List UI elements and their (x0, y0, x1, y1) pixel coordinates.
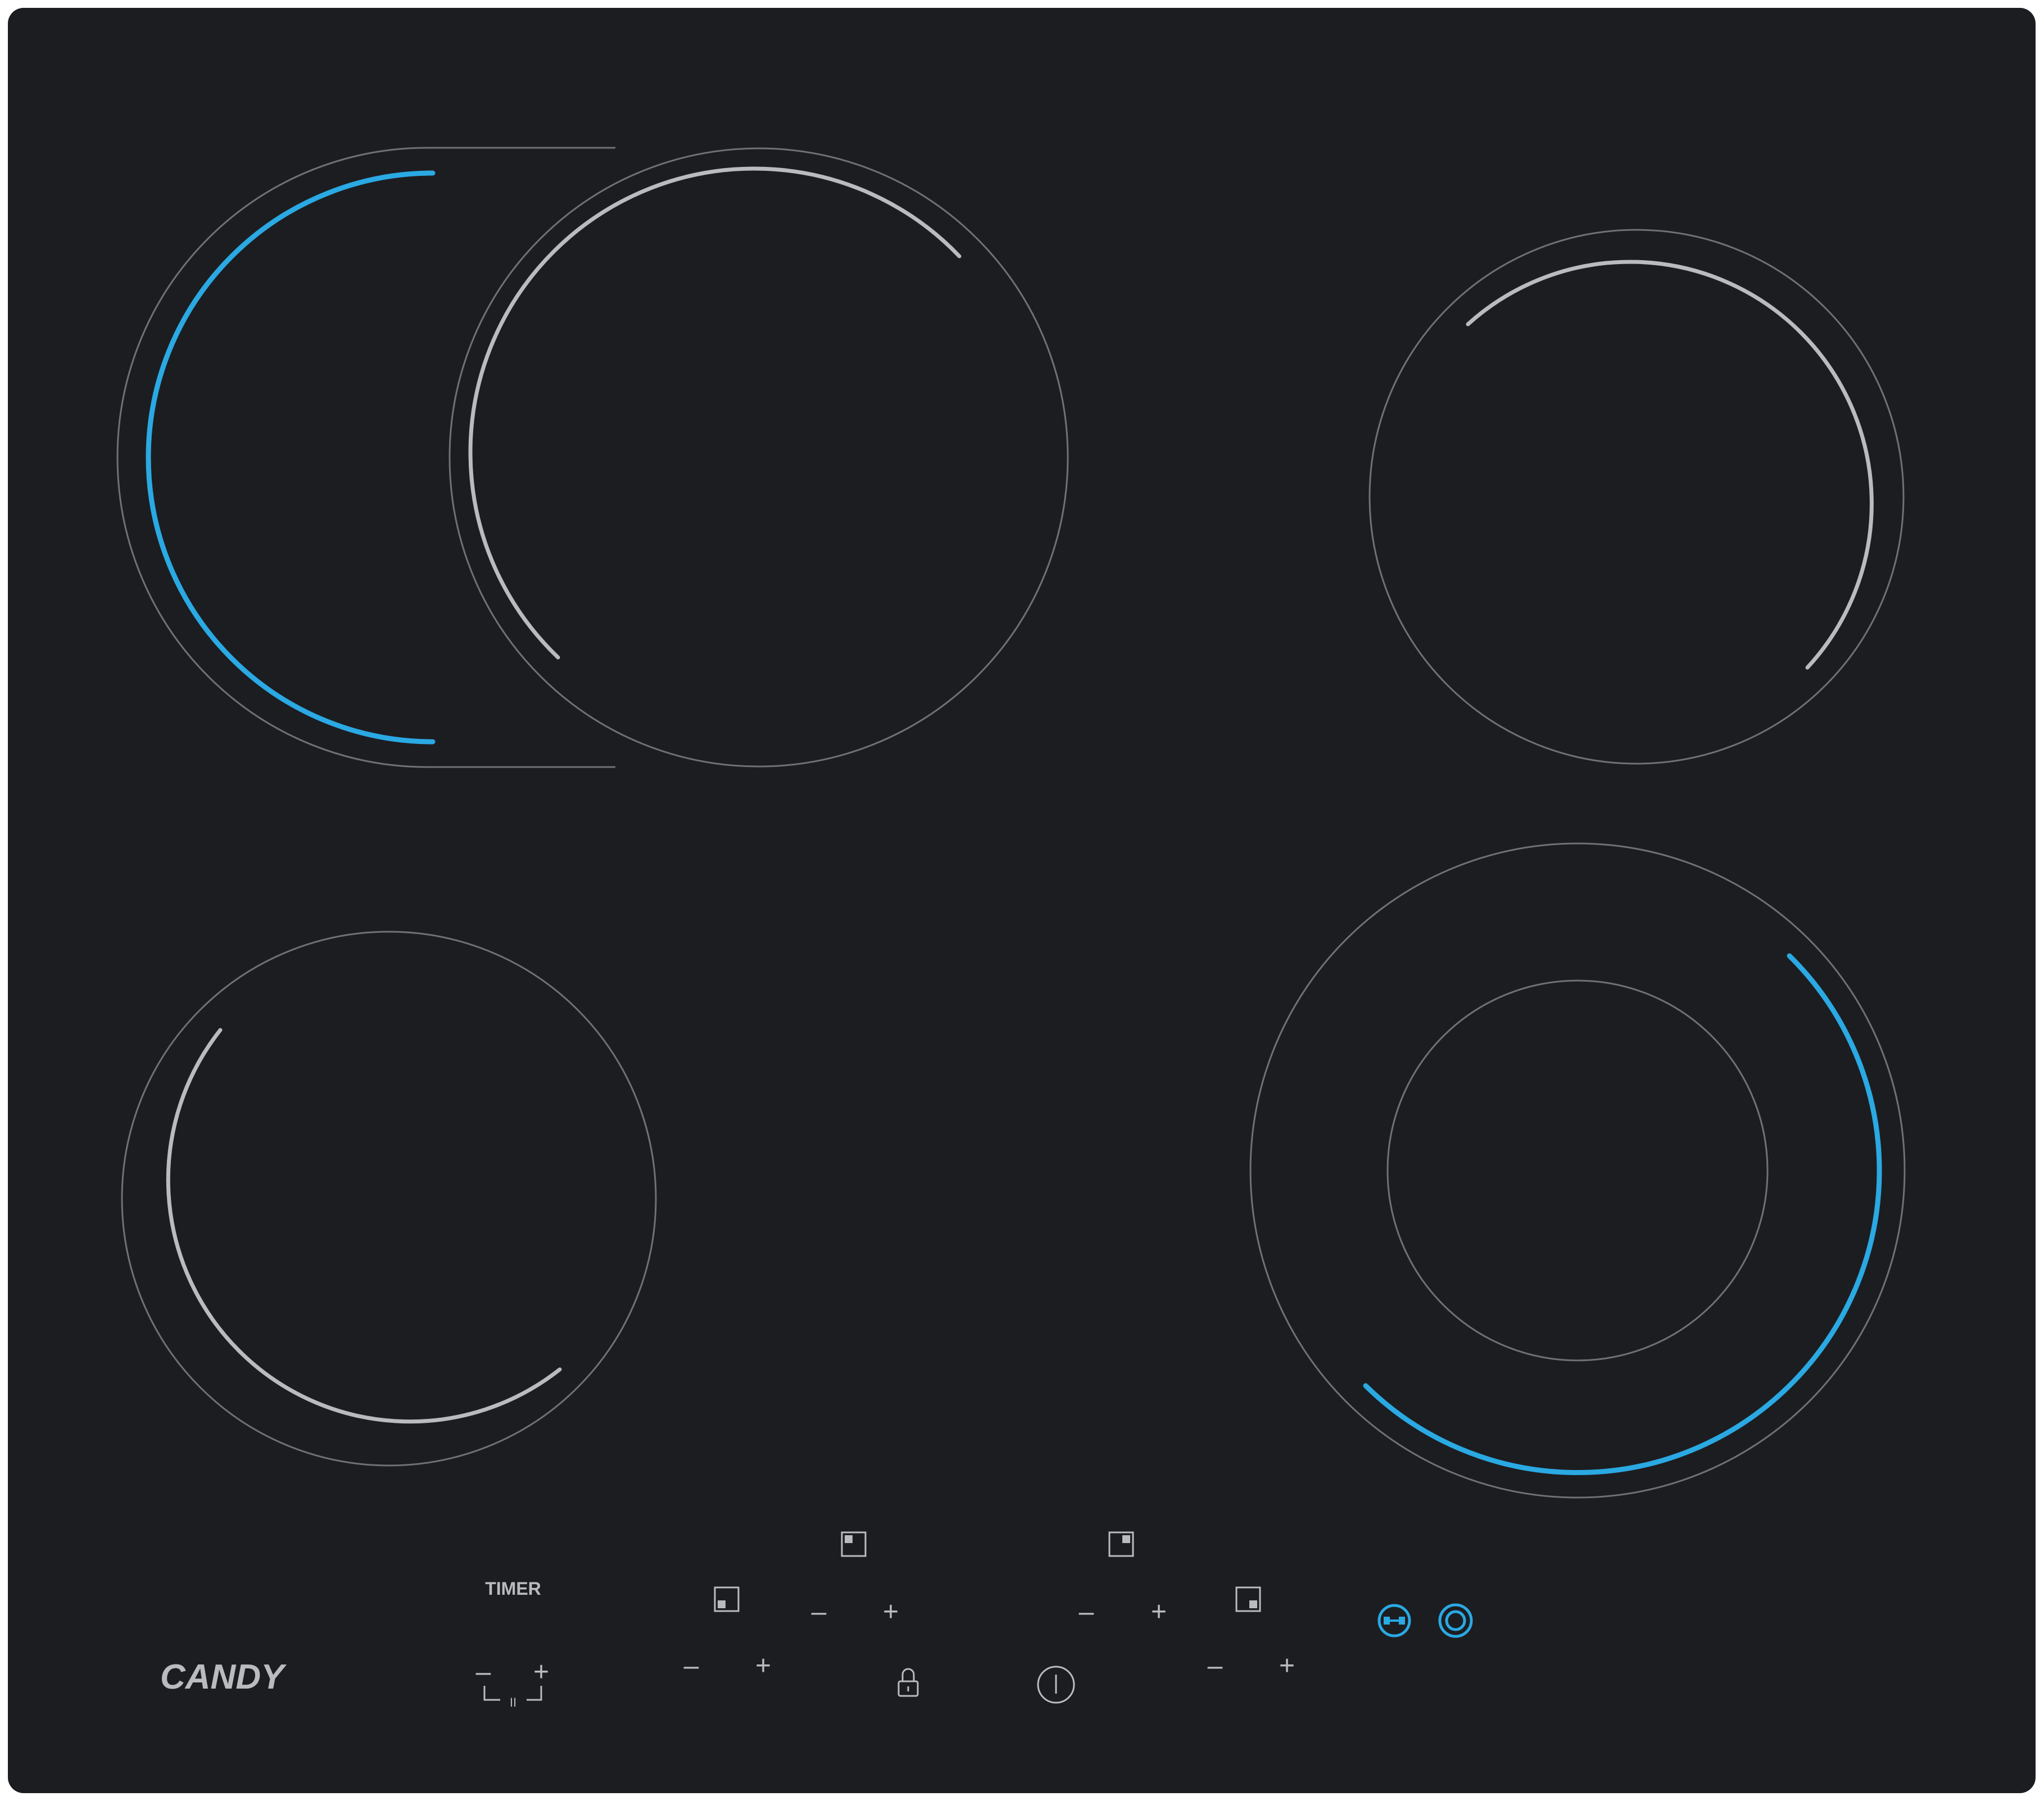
timer-label: TIMER (485, 1578, 541, 1599)
timer-minus-button[interactable]: – (476, 1657, 491, 1687)
rear-right-minus-button[interactable]: – (1079, 1597, 1094, 1627)
rear-right-plus-button[interactable]: + (1151, 1597, 1167, 1627)
front-left-plus-button[interactable]: + (755, 1651, 771, 1681)
ceramic-hob: CANDY TIMER – + II – + – + – + – + (8, 8, 2036, 1793)
rear-left-minus-button[interactable]: – (812, 1597, 827, 1627)
glass-surface (8, 8, 2036, 1793)
front-right-minus-button[interactable]: – (1208, 1651, 1223, 1681)
front-left-minus-button[interactable]: – (684, 1651, 699, 1681)
brand-logo: CANDY (160, 1658, 287, 1696)
front-right-plus-button[interactable]: + (1279, 1651, 1295, 1681)
rear-left-plus-button[interactable]: + (883, 1597, 899, 1627)
timer-plus-button[interactable]: + (533, 1657, 549, 1687)
timer-pause-button[interactable]: II (510, 1695, 516, 1709)
